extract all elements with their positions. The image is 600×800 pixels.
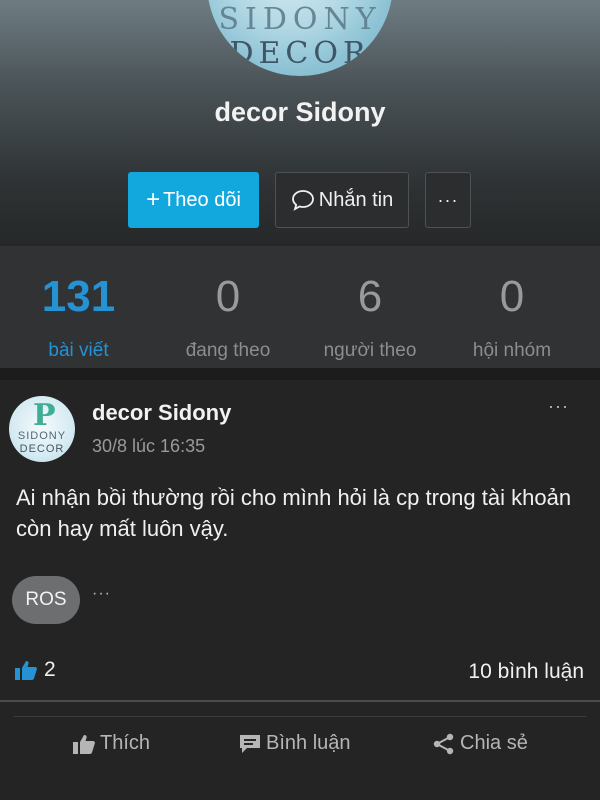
follow-label: Theo dõi <box>163 188 241 211</box>
comment-label: Bình luận <box>266 732 351 754</box>
logo-letter-icon: P <box>33 398 56 433</box>
post-more-button[interactable]: ··· <box>548 396 569 417</box>
more-options-button[interactable]: ··· <box>425 172 471 228</box>
post-card: P SIDONY DECOR decor Sidony 30/8 lúc 16:… <box>0 380 600 800</box>
stat-label: đang theo <box>185 340 271 361</box>
likes-summary[interactable]: 2 <box>14 658 56 682</box>
like-label: Thích <box>100 732 151 754</box>
avatar-logo-line2: DECOR <box>229 36 371 71</box>
share-icon <box>433 733 454 754</box>
message-label: Nhắn tin <box>318 188 394 211</box>
stat-groups[interactable]: 0 hội nhóm <box>441 246 583 368</box>
avatar-small-line2: DECOR <box>19 443 65 455</box>
post-author-name[interactable]: decor Sidony <box>92 400 231 426</box>
profile-avatar[interactable]: SIDONY DECOR <box>207 0 393 76</box>
stat-value: 131 <box>41 272 116 321</box>
avatar-logo-line1: SIDONY <box>218 2 382 37</box>
topic-tag[interactable]: ROS <box>12 576 80 624</box>
message-button[interactable]: Nhắn tin <box>275 172 409 228</box>
stat-label: hội nhóm <box>472 340 552 361</box>
page-title: decor Sidony <box>214 97 386 127</box>
stat-value: 6 <box>357 272 383 321</box>
comments-count[interactable]: 10 bình luận <box>468 660 584 684</box>
thumbs-up-icon <box>15 661 37 680</box>
stat-following[interactable]: 0 đang theo <box>157 246 299 368</box>
stat-label: người theo <box>323 340 417 361</box>
tag-more-button[interactable]: ··· <box>92 585 111 603</box>
post-timestamp[interactable]: 30/8 lúc 16:35 <box>92 436 205 457</box>
post-actions: Thích Bình luận Chia sẻ <box>0 732 600 772</box>
comment-icon <box>240 734 260 753</box>
chat-bubble-icon <box>291 190 314 211</box>
stat-followers[interactable]: 6 người theo <box>299 246 441 368</box>
profile-header: SIDONY DECOR decor Sidony + Theo dõi Nhắ… <box>0 0 600 246</box>
divider <box>0 700 600 702</box>
avatar-small-line1: SIDONY <box>17 430 67 442</box>
section-divider <box>0 368 600 380</box>
stat-value: 0 <box>215 272 241 321</box>
thumbs-up-icon <box>73 734 95 754</box>
divider <box>14 716 586 717</box>
share-button[interactable]: Chia sẻ <box>432 732 528 755</box>
stat-value: 0 <box>499 272 525 321</box>
post-author-avatar[interactable]: P SIDONY DECOR <box>9 396 75 462</box>
like-button[interactable]: Thích <box>72 732 150 755</box>
stat-posts[interactable]: 131 bài viết <box>0 246 157 368</box>
profile-stats: 131 bài viết 0 đang theo 6 người theo 0 … <box>0 246 600 368</box>
follow-button[interactable]: + Theo dõi <box>128 172 259 228</box>
comment-button[interactable]: Bình luận <box>238 732 351 755</box>
post-content: Ai nhận bồi thường rồi cho mình hỏi là c… <box>16 485 572 541</box>
likes-count: 2 <box>44 658 56 681</box>
share-label: Chia sẻ <box>460 732 528 754</box>
stat-label: bài viết <box>48 340 109 361</box>
plus-icon: + <box>146 186 161 213</box>
